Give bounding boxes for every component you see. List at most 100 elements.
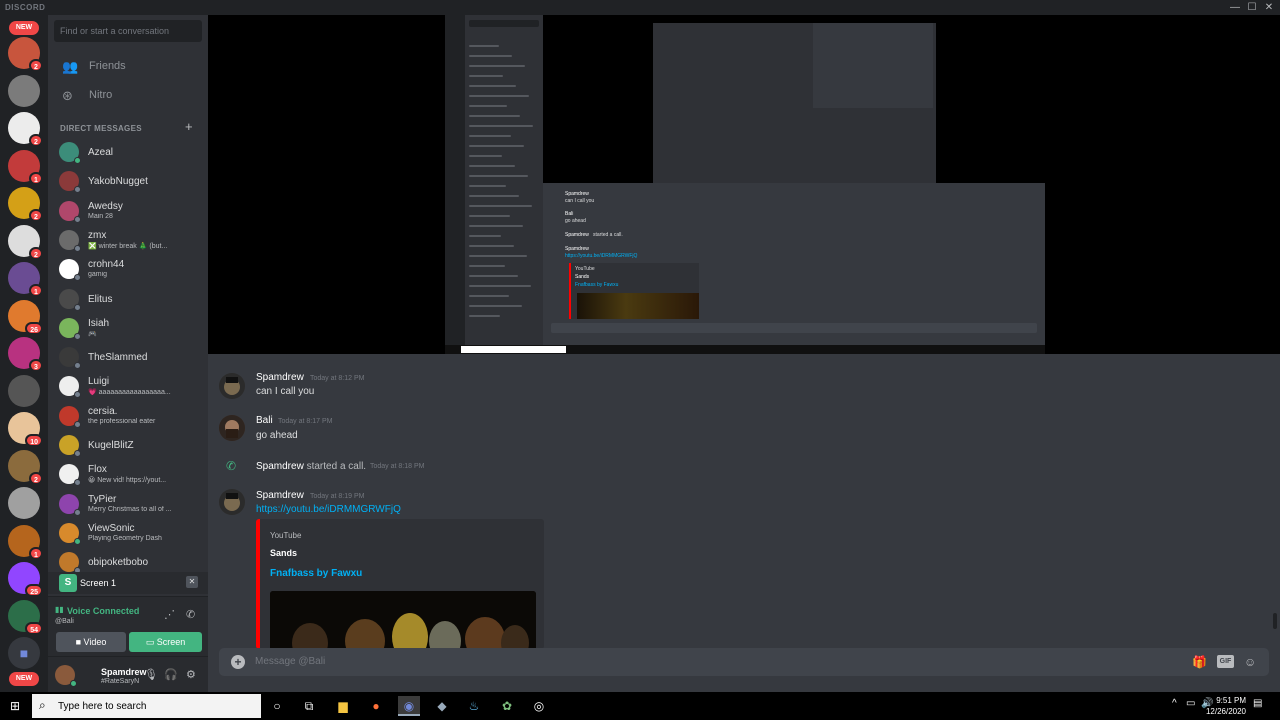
embed-provider[interactable]: YouTube — [270, 531, 301, 540]
dm-item[interactable]: Flox 😀 New vid! https://yout... — [48, 460, 208, 488]
server-icon[interactable]: 26 — [8, 299, 43, 335]
embed-video-thumbnail[interactable] — [270, 591, 536, 649]
voice-connected-label[interactable]: Voice Connected — [67, 606, 139, 616]
server-icon[interactable]: 3 — [8, 337, 43, 372]
dm-item[interactable]: crohn44 gamig — [48, 255, 208, 283]
file-explorer-icon[interactable]: ▆ — [332, 696, 354, 716]
dm-item[interactable]: Awedsy Main 28 — [48, 197, 208, 225]
cortana-icon[interactable]: ○ — [266, 696, 288, 716]
server-icon[interactable] — [8, 374, 40, 407]
obs-icon[interactable]: ◎ — [528, 696, 550, 716]
server-icon[interactable]: 1 — [8, 149, 43, 185]
title-bar: DISCORD — ☐ ✕ — [0, 0, 1280, 15]
server-icon[interactable]: 25 — [8, 562, 43, 597]
firefox-icon[interactable]: ● — [365, 696, 387, 716]
screen-button[interactable]: ▭ Screen — [129, 632, 202, 652]
dm-item[interactable]: YakobNugget — [48, 167, 208, 195]
server-icon[interactable]: 2 — [8, 112, 43, 147]
settings-gear-icon[interactable]: ⚙ — [186, 668, 196, 681]
screen-share-stream[interactable]: Spamdrew can I call you Bali go ahead Sp… — [208, 15, 1280, 354]
emoji-icon[interactable]: ☺ — [1244, 655, 1256, 669]
server-icon[interactable]: 2 — [8, 187, 43, 222]
discord-taskbar-icon[interactable]: ◉ — [398, 696, 420, 716]
new-unread-pill[interactable]: NEW — [9, 21, 39, 35]
server-icon[interactable]: 1 — [8, 524, 43, 560]
message-author[interactable]: Spamdrew — [256, 372, 304, 383]
windows-start-icon[interactable]: ⊞ — [6, 697, 24, 715]
status-dot — [74, 332, 81, 340]
status-dot — [74, 450, 81, 457]
message-avatar[interactable] — [219, 415, 245, 441]
taskbar-clock[interactable]: 9:51 PM 12/26/2020 — [1196, 695, 1246, 717]
server-icon[interactable]: 2 — [8, 37, 43, 72]
bali-avatar-icon — [219, 415, 245, 441]
message-author[interactable]: Bali — [256, 415, 273, 426]
server-icon[interactable]: 2 — [8, 224, 43, 260]
dm-item[interactable]: ViewSonic Playing Geometry Dash — [48, 519, 208, 547]
server-icon[interactable] — [8, 487, 40, 519]
server-badge: 2 — [29, 246, 43, 260]
stream-dm-row — [469, 195, 519, 197]
taskbar-search[interactable]: ⌕ Type here to search — [32, 694, 261, 718]
maximize-button[interactable]: ☐ — [1243, 0, 1261, 15]
new-unread-pill-bottom[interactable]: NEW — [9, 672, 39, 686]
gif-icon[interactable]: GIF — [1217, 655, 1234, 668]
embed-author[interactable]: Sands — [270, 548, 297, 558]
youtube-embed: YouTube Sands Fnafbass by Fawxu — [256, 519, 544, 649]
disconnect-icon[interactable]: ✆ — [186, 608, 195, 621]
dm-item[interactable]: Azeal — [48, 138, 208, 166]
tray-chevron-icon[interactable]: ^ — [1172, 698, 1177, 709]
call-author[interactable]: Spamdrew — [256, 461, 304, 472]
nav-friends[interactable]: 👥 Friends — [48, 52, 208, 80]
dm-item[interactable]: Elitus — [48, 285, 208, 313]
dm-name: KugelBlitZ — [88, 440, 134, 451]
headphones-icon[interactable]: 🎧 — [164, 668, 178, 681]
discord-window: DISCORD — ☐ ✕ NEW 2 2 1 2 2 1 26 3 10 2 1 25 54 ■ NE… — [0, 0, 1280, 720]
stream-embed-thumbnail — [577, 293, 699, 319]
server-icon[interactable] — [8, 74, 40, 107]
video-button[interactable]: ■ Video — [56, 632, 126, 652]
dm-item[interactable]: zmx ❎ winter break 🎄 (but... — [48, 226, 208, 254]
create-dm-icon[interactable]: + — [185, 119, 193, 134]
dm-item[interactable]: Luigi 💗 aaaaaaaaaaaaaaaaa... — [48, 372, 208, 400]
screen-share-row[interactable]: S Screen 1 ✕ — [48, 572, 208, 594]
minimize-button[interactable]: — — [1226, 0, 1244, 15]
close-window-button[interactable]: ✕ — [1260, 0, 1278, 15]
server-icon[interactable]: 54 — [8, 599, 43, 635]
dm-item[interactable]: Isiah 🎮 — [48, 314, 208, 342]
message-link[interactable]: https://youtu.be/iDRMMGRWFjQ — [256, 504, 401, 515]
task-view-icon[interactable]: ⧉ — [298, 696, 320, 716]
microphone-icon[interactable]: 🎙 — [144, 668, 158, 681]
nav-nitro[interactable]: ⊛ Nitro — [48, 81, 208, 109]
folder-icon[interactable]: ■ — [8, 637, 40, 669]
dm-item[interactable]: TheSlammed — [48, 343, 208, 371]
dm-item[interactable]: cersia. the professional eater — [48, 402, 208, 430]
app-taskbar-icon-2[interactable]: ✿ — [496, 696, 518, 716]
gift-icon[interactable]: 🎁 — [1192, 655, 1207, 669]
message-avatar[interactable] — [219, 373, 245, 399]
close-screen-icon[interactable]: ✕ — [186, 576, 198, 588]
chat-scrollbar[interactable] — [1273, 613, 1277, 629]
stream-dm-row — [469, 85, 516, 87]
message-avatar[interactable] — [219, 489, 245, 515]
notifications-icon[interactable]: ▤ — [1253, 698, 1262, 709]
dm-item[interactable]: KugelBlitZ — [48, 431, 208, 459]
stream-server-rail — [445, 15, 465, 345]
stream-dm-row — [469, 75, 503, 77]
server-icon[interactable]: 10 — [8, 412, 43, 447]
upload-plus-icon[interactable]: + — [231, 655, 245, 669]
dm-item[interactable]: TyPier Merry Christmas to all of ... — [48, 490, 208, 518]
conversation-search-input[interactable]: Find or start a conversation — [54, 20, 202, 42]
steam-icon[interactable]: ♨ — [463, 696, 485, 716]
message-author[interactable]: Spamdrew — [256, 490, 304, 501]
network-icon[interactable]: ▭ — [1186, 698, 1195, 709]
stream-dm-row — [469, 95, 529, 97]
embed-title[interactable]: Fnafbass by Fawxu — [270, 568, 362, 579]
dm-name: ViewSonic — [88, 522, 135, 534]
message-input[interactable]: Message @Bali — [255, 656, 325, 667]
noise-suppression-icon[interactable]: ⋰ — [164, 608, 175, 621]
server-badge: 1 — [29, 284, 43, 297]
app-taskbar-icon[interactable]: ◆ — [431, 696, 453, 716]
server-icon[interactable]: 2 — [8, 449, 43, 485]
server-icon[interactable]: 1 — [8, 262, 43, 297]
